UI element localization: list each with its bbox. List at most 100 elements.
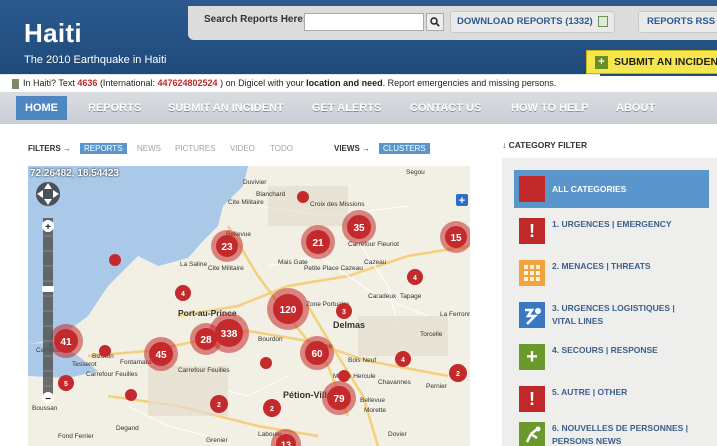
category-sidebar: ALL CATEGORIES ! 1. URGENCES | EMERGENCY… <box>502 158 717 446</box>
svg-text:Bois Neuf: Bois Neuf <box>348 357 376 364</box>
svg-text:Degand: Degand <box>116 425 139 432</box>
category-logistics[interactable]: 3. URGENCES LOGISTIQUES | VITAL LINES <box>514 296 709 334</box>
ticker-intl-label: (International: <box>99 78 155 88</box>
reports-rss-label: REPORTS RSS <box>647 16 716 27</box>
category-filter-title: ↓ CATEGORY FILTER <box>502 140 588 150</box>
all-categories-icon <box>519 176 545 202</box>
incident-map[interactable]: Duvivier Blanchard Cite Militaire Croix … <box>28 166 470 446</box>
ticker-intl-number: 447624802524 <box>157 78 218 88</box>
svg-text:Duvivier: Duvivier <box>243 179 267 186</box>
svg-text:2: 2 <box>456 371 460 378</box>
category-label: 6. NOUVELLES DE PERSONNES | PERSONS NEWS <box>552 423 689 446</box>
cluster-28: 28 <box>200 335 212 346</box>
person-icon <box>519 422 545 446</box>
nav-home[interactable]: HOME <box>16 96 67 120</box>
nav-reports[interactable]: REPORTS <box>88 92 141 124</box>
nav-about[interactable]: ABOUT <box>616 92 655 124</box>
filter-reports[interactable]: REPORTS <box>80 143 127 154</box>
exclamation-icon: ! <box>519 218 545 244</box>
svg-text:Morette: Morette <box>364 407 386 414</box>
category-other[interactable]: ! 5. AUTRE | OTHER <box>514 380 709 418</box>
svg-text:2: 2 <box>270 406 274 413</box>
nav-contact-us[interactable]: CONTACT US <box>410 92 481 124</box>
site-subtitle: The 2010 Earthquake in Haiti <box>24 54 167 66</box>
svg-text:Cite Militaire: Cite Militaire <box>228 199 264 206</box>
cluster-15: 15 <box>450 233 462 244</box>
svg-text:4: 4 <box>413 275 417 282</box>
main-nav: HOME REPORTS SUBMIT AN INCIDENT GET ALER… <box>0 92 717 124</box>
filters-label: FILTERS → <box>28 144 71 153</box>
svg-text:Fond Ferrier: Fond Ferrier <box>58 433 95 440</box>
svg-text:Petite Place Cazeau: Petite Place Cazeau <box>304 265 363 272</box>
svg-text:Dovier: Dovier <box>388 431 408 438</box>
svg-text:5: 5 <box>64 381 68 388</box>
svg-text:Croix des Missions: Croix des Missions <box>310 201 365 208</box>
filter-todo[interactable]: TODO <box>270 144 293 153</box>
svg-text:Pernier: Pernier <box>426 383 448 390</box>
svg-text:Cazeau: Cazeau <box>364 259 387 266</box>
category-persons-news[interactable]: 6. NOUVELLES DE PERSONNES | PERSONS NEWS <box>514 416 709 446</box>
svg-text:Bellevue: Bellevue <box>360 397 385 404</box>
search-button[interactable] <box>426 13 444 31</box>
ticker-prefix: In Haiti? Text <box>23 78 75 88</box>
ticker-mid: ) on Digicel with your <box>220 78 304 88</box>
svg-text:Bourdon: Bourdon <box>258 336 283 343</box>
svg-text:4: 4 <box>181 291 185 298</box>
cluster-35: 35 <box>353 223 365 234</box>
ticker-bold: location and need <box>306 78 383 88</box>
svg-text:−: − <box>45 394 51 405</box>
category-label: 2. MENACES | THREATS <box>552 261 651 271</box>
filter-news[interactable]: NEWS <box>137 144 161 153</box>
svg-text:Carrefour Feuilles: Carrefour Feuilles <box>178 367 230 374</box>
category-threats[interactable]: 2. MENACES | THREATS <box>514 254 709 292</box>
phone-icon <box>12 78 19 89</box>
ticker-suffix: . Report emergencies and missing persons… <box>382 78 557 88</box>
search-label: Search Reports Here: <box>204 14 307 25</box>
svg-text:Boussan: Boussan <box>32 405 58 412</box>
site-title[interactable]: Haiti <box>24 18 82 49</box>
exclamation-icon: ! <box>519 386 545 412</box>
nav-get-alerts[interactable]: GET ALERTS <box>312 92 381 124</box>
svg-text:Cite Militaire: Cite Militaire <box>208 265 244 272</box>
cluster-79: 79 <box>333 394 345 405</box>
submit-incident-button[interactable]: + SUBMIT AN INCIDENT <box>586 50 717 74</box>
nav-submit-incident[interactable]: SUBMIT AN INCIDENT <box>168 92 284 124</box>
download-icon <box>597 15 608 27</box>
filter-video[interactable]: VIDEO <box>230 144 255 153</box>
svg-text:Tapage: Tapage <box>400 293 422 300</box>
svg-text:+: + <box>459 195 465 207</box>
cluster-13: 13 <box>281 440 291 446</box>
views-label: VIEWS → <box>334 144 371 153</box>
category-response[interactable]: + 4. SECOURS | RESPONSE <box>514 338 709 376</box>
view-clusters[interactable]: CLUSTERS <box>379 143 430 154</box>
category-all[interactable]: ALL CATEGORIES <box>514 170 709 208</box>
download-reports-button[interactable]: DOWNLOAD REPORTS (1332) <box>450 11 615 33</box>
svg-text:Caradeux: Caradeux <box>368 293 397 300</box>
svg-text:Torcelle: Torcelle <box>420 331 443 338</box>
svg-text:Segou: Segou <box>406 169 425 176</box>
logistics-icon <box>519 302 545 328</box>
category-emergency[interactable]: ! 1. URGENCES | EMERGENCY <box>514 212 709 250</box>
download-reports-label: DOWNLOAD REPORTS (1332) <box>457 16 593 27</box>
sms-ticker: In Haiti? Text 4636 (International: 4476… <box>0 74 600 92</box>
search-input[interactable] <box>304 13 424 31</box>
svg-text:Blanchard: Blanchard <box>256 191 286 198</box>
svg-text:+: + <box>45 222 51 233</box>
svg-text:4: 4 <box>401 357 405 364</box>
magnifier-icon <box>430 17 440 27</box>
reports-rss-button[interactable]: REPORTS RSS <box>638 11 717 33</box>
svg-text:Chavannes: Chavannes <box>378 379 412 386</box>
cluster-45: 45 <box>155 350 167 361</box>
filter-pictures[interactable]: PICTURES <box>175 144 215 153</box>
category-label: ALL CATEGORIES <box>552 184 627 194</box>
ticker-number: 4636 <box>77 78 98 88</box>
cluster-23: 23 <box>221 242 233 253</box>
category-label: 1. URGENCES | EMERGENCY <box>552 219 672 229</box>
svg-text:Delmas: Delmas <box>333 320 365 330</box>
nav-how-to-help[interactable]: HOW TO HELP <box>511 92 588 124</box>
category-label: 5. AUTRE | OTHER <box>552 387 628 397</box>
plus-icon: + <box>519 344 545 370</box>
submit-incident-label: SUBMIT AN INCIDENT <box>614 56 717 68</box>
cluster-41: 41 <box>60 337 72 348</box>
map-canvas[interactable]: Duvivier Blanchard Cite Militaire Croix … <box>28 166 470 446</box>
